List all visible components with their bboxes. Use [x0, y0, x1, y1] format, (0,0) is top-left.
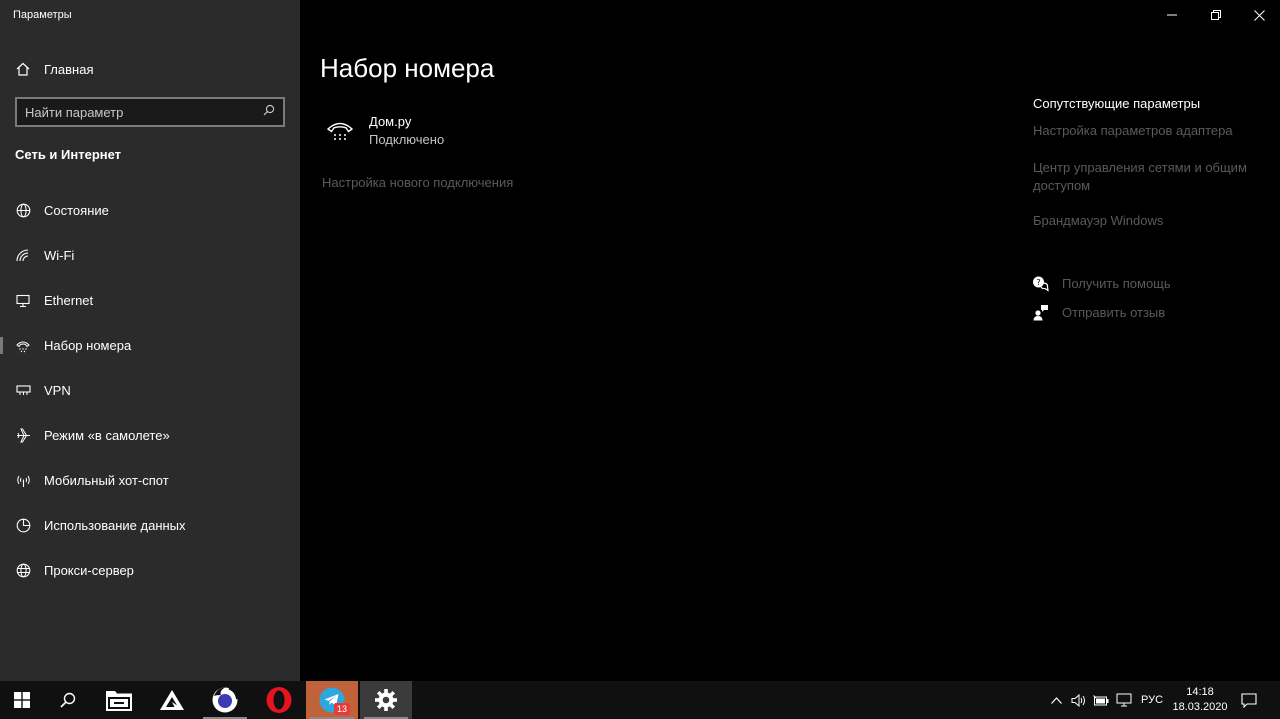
airplane-icon: [15, 428, 31, 444]
sidebar: Параметры Главная Сеть и Интернет Состоя…: [0, 0, 300, 681]
new-connection-link[interactable]: Настройка нового подключения: [322, 175, 513, 190]
sidebar-item-label: Ethernet: [44, 293, 94, 308]
svg-text:?: ?: [1036, 277, 1040, 286]
get-help-link[interactable]: ? Получить помощь: [1031, 273, 1171, 293]
sidebar-item-ethernet[interactable]: Ethernet: [0, 278, 300, 323]
sidebar-item-data-usage[interactable]: Использование данных: [0, 503, 300, 548]
sidebar-item-label: Прокси-сервер: [44, 563, 134, 578]
proxy-globe-icon: [15, 563, 31, 579]
sidebar-item-label: Набор номера: [44, 338, 132, 353]
sidebar-item-wifi[interactable]: Wi-Fi: [0, 233, 300, 278]
network-icon: [1116, 693, 1132, 707]
minimize-icon: [1167, 14, 1177, 16]
sidebar-item-airplane[interactable]: Режим «в самолете»: [0, 413, 300, 458]
app-title: Параметры: [13, 9, 72, 21]
sidebar-item-label: Мобильный хот-спот: [44, 473, 169, 488]
action-center-icon: [1241, 692, 1257, 708]
start-icon: [14, 692, 30, 708]
wifi-icon: [15, 248, 31, 264]
connection-item[interactable]: Дом.ру Подключено: [320, 112, 580, 152]
vpn-icon: [15, 383, 31, 399]
taskbar-telegram[interactable]: 13: [306, 681, 358, 719]
sidebar-item-label: VPN: [44, 383, 71, 398]
sidebar-item-vpn[interactable]: VPN: [0, 368, 300, 413]
search-icon[interactable]: [263, 103, 275, 121]
chevron-up-icon: [1050, 696, 1062, 704]
firewall-link[interactable]: Брандмауэр Windows: [1033, 212, 1263, 230]
close-button[interactable]: [1236, 0, 1280, 30]
send-feedback-link[interactable]: Отправить отзыв: [1031, 302, 1165, 322]
restore-icon: [1211, 10, 1221, 20]
sidebar-item-label: Wi-Fi: [44, 248, 75, 263]
sidebar-item-label: Использование данных: [44, 518, 186, 533]
opera-icon: [266, 687, 292, 713]
battery-icon: [1093, 694, 1109, 705]
sidebar-item-label: Режим «в самолете»: [44, 428, 170, 443]
ethernet-icon: [15, 293, 31, 309]
file-explorer-icon: [106, 691, 132, 711]
search-icon: [60, 692, 76, 708]
language-indicator[interactable]: РУС: [1137, 681, 1167, 719]
send-feedback-label: Отправить отзыв: [1062, 304, 1166, 320]
firefox-icon: [212, 687, 238, 713]
clock[interactable]: 14:18 18.03.2020: [1168, 685, 1232, 715]
home-nav-item[interactable]: Главная: [0, 53, 300, 85]
connection-name: Дом.ру: [369, 114, 412, 129]
page-title: Набор номера: [320, 53, 495, 83]
globe-icon: [15, 203, 31, 219]
taskbar-firefox[interactable]: [199, 681, 251, 719]
home-icon: [15, 61, 31, 77]
clock-date: 18.03.2020: [1172, 701, 1228, 713]
sidebar-item-status[interactable]: Состояние: [0, 188, 300, 233]
telegram-badge: 13: [334, 703, 351, 715]
minimize-button[interactable]: [1149, 0, 1195, 30]
battery-button[interactable]: [1091, 681, 1111, 719]
sidebar-nav: Состояние Wi-Fi Ethernet Набор номера VP…: [0, 188, 300, 593]
search-input[interactable]: [25, 104, 263, 120]
taskbar: 13 РУС 14:18 18.03.2020: [0, 681, 1280, 719]
restore-button[interactable]: [1193, 0, 1239, 30]
related-settings-title: Сопутствующие параметры: [1033, 96, 1201, 111]
feedback-icon: [1031, 303, 1049, 321]
sidebar-item-dialup[interactable]: Набор номера: [0, 323, 300, 368]
sidebar-item-label: Состояние: [44, 203, 109, 218]
data-usage-icon: [15, 518, 31, 534]
sidebar-item-proxy[interactable]: Прокси-сервер: [0, 548, 300, 593]
show-hidden-icons-button[interactable]: [1046, 681, 1066, 719]
section-title: Сеть и Интернет: [15, 147, 122, 162]
search-box[interactable]: [15, 97, 285, 127]
volume-icon: [1071, 693, 1085, 707]
network-center-link[interactable]: Центр управления сетями и общим доступом: [1033, 159, 1258, 195]
clock-time: 14:18: [1186, 686, 1214, 698]
taskbar-opera[interactable]: [253, 681, 305, 719]
taskbar-settings[interactable]: [360, 681, 412, 719]
get-help-label: Получить помощь: [1062, 275, 1171, 291]
settings-icon: [375, 689, 397, 711]
taskbar-aimp[interactable]: [146, 681, 198, 719]
hotspot-icon: [15, 473, 31, 489]
home-label: Главная: [44, 61, 94, 77]
help-chat-icon: ?: [1031, 274, 1049, 292]
network-button[interactable]: [1114, 681, 1134, 719]
close-icon: [1253, 9, 1265, 21]
taskbar-search-button[interactable]: [44, 681, 92, 719]
aimp-icon: [160, 690, 184, 710]
dialup-phone-icon: [320, 112, 360, 152]
volume-button[interactable]: [1068, 681, 1088, 719]
notifications-button[interactable]: [1236, 681, 1262, 719]
start-button[interactable]: [0, 681, 44, 719]
connection-status: Подключено: [369, 132, 445, 147]
sidebar-item-hotspot[interactable]: Мобильный хот-спот: [0, 458, 300, 503]
adapter-settings-link[interactable]: Настройка параметров адаптера: [1033, 122, 1263, 140]
taskbar-file-explorer[interactable]: [93, 681, 145, 719]
dialup-icon: [15, 338, 31, 354]
